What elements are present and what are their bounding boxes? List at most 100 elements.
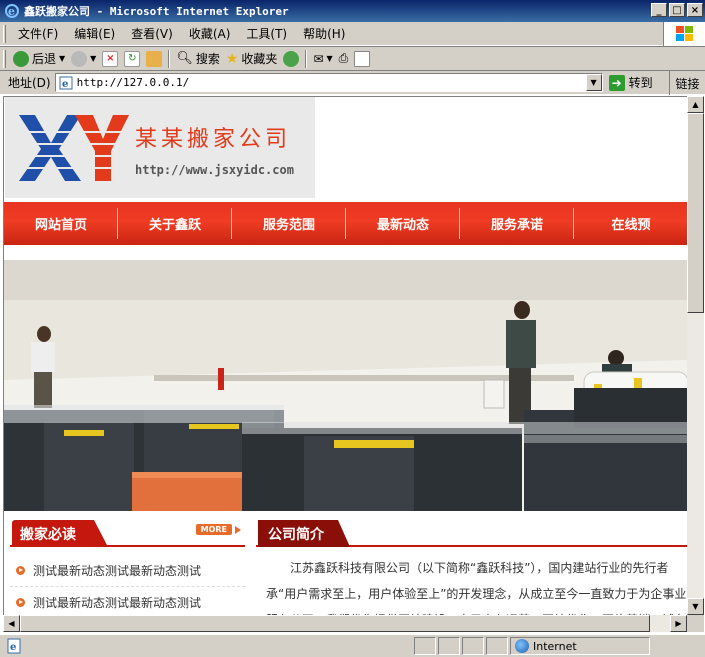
intro-line: 服务公司，我们优先提供网站建设、电子商务运营、网站优化、网络营销、域名 [266,607,687,615]
scroll-left-icon[interactable]: ◀ [3,615,20,632]
svg-text:e: e [62,79,68,90]
page-icon: e [7,638,21,654]
chevron-down-icon[interactable]: ▼ [90,54,96,63]
nav-online-booking[interactable]: 在线预 [574,202,687,245]
website: 某某搬家公司 http://www.jsxyidc.com 网站首页 关于鑫跃 … [4,97,687,615]
home-icon [146,50,163,67]
scroll-corner [687,615,704,632]
back-label: 后退 [32,52,57,66]
status-cell [486,637,508,655]
go-button[interactable]: ➜ 转到 [608,74,653,91]
menu-edit[interactable]: 编辑(E) [66,25,123,42]
search-icon: 🔍︎ [176,51,193,66]
back-arrow-icon [13,50,29,67]
more-link[interactable]: MORE [195,524,241,535]
refresh-icon: ↻ [124,50,141,67]
news-item-label: 测试最新动态测试最新动态测试 [33,564,202,578]
moving-photo [4,260,687,511]
page-icon: e [59,76,73,90]
scroll-up-icon[interactable]: ▲ [687,96,704,113]
favorites-button[interactable]: ★ 收藏夹 [223,48,281,70]
zone-label: Internet [533,639,577,653]
windows-logo-icon [663,22,705,46]
nav-home[interactable]: 网站首页 [4,202,118,245]
scroll-thumb[interactable] [687,113,704,313]
stop-icon: × [102,50,119,67]
page-viewport[interactable]: 某某搬家公司 http://www.jsxyidc.com 网站首页 关于鑫跃 … [3,96,687,615]
status-cell [414,637,436,655]
stop-button[interactable]: × [99,48,121,70]
document-icon [354,50,371,67]
menu-file[interactable]: 文件(F) [10,25,66,42]
title-bar: e 鑫跃搬家公司 - Microsoft Internet Explorer _… [0,0,705,22]
svg-text:e: e [10,642,16,653]
forward-arrow-icon [71,50,88,67]
menu-help[interactable]: 帮助(H) [295,25,353,42]
standard-toolbar: 后退 ▼ ▼ × ↻ 🔍︎ 搜索 ★ 收藏夹 ✉ ▼ ⎙ [0,46,705,70]
edit-button[interactable] [351,48,373,70]
status-cell [438,637,460,655]
links-button[interactable]: 链接 [669,71,705,95]
menu-favorites[interactable]: 收藏(A) [181,25,239,42]
nav-services[interactable]: 服务范围 [232,202,346,245]
forward-button[interactable]: ▼ [68,48,99,70]
horizontal-scrollbar[interactable]: ◀ ▶ [3,615,687,632]
company-intro-text: 江苏鑫跃科技有限公司（以下简称“鑫跃科技”），国内建站行业的先行者 承“用户需求… [256,547,687,615]
mail-icon: ✉ [313,51,324,66]
go-label: 转到 [628,76,653,90]
svg-text:e: e [8,5,15,18]
media-button[interactable] [280,48,302,70]
globe-icon [515,639,529,653]
nav-promise[interactable]: 服务承诺 [460,202,574,245]
refresh-button[interactable]: ↻ [121,48,143,70]
home-button[interactable] [143,48,165,70]
print-button[interactable]: ⎙ [336,48,352,70]
address-field[interactable]: e ▼ [54,73,603,92]
news-item-label: 测试最新动态测试最新动态测试 [33,596,202,610]
chevron-down-icon[interactable]: ▼ [59,54,65,63]
list-item[interactable]: 测试最新动态测试最新动态测试 [10,587,245,615]
toolbar-grip[interactable] [3,49,6,68]
maximize-button[interactable]: □ [669,3,685,17]
site-header: 某某搬家公司 http://www.jsxyidc.com [4,97,687,201]
nav-about[interactable]: 关于鑫跃 [118,202,232,245]
address-label: 地址(D) [8,76,51,90]
nav-news[interactable]: 最新动态 [346,202,460,245]
company-name: 某某搬家公司 [135,127,292,152]
intro-line: 承“用户需求至上，用户体验至上”的开发理念，从成立至今一直致力于为企事业 [266,587,687,601]
xy-logo-icon [19,115,129,181]
scroll-down-icon[interactable]: ▼ [687,598,704,615]
search-label: 搜索 [195,52,220,66]
status-bar: e Internet [0,634,705,657]
search-button[interactable]: 🔍︎ 搜索 [173,48,223,70]
links-label: 链接 [675,76,700,91]
security-zone[interactable]: Internet [510,637,650,655]
status-cell [462,637,484,655]
minimize-button[interactable]: _ [651,3,667,17]
vertical-scrollbar[interactable]: ▲ ▼ [687,96,704,615]
scroll-right-icon[interactable]: ▶ [670,615,687,632]
site-logo[interactable]: 某某搬家公司 http://www.jsxyidc.com [5,97,315,198]
star-icon: ★ [225,50,239,67]
list-item[interactable]: 测试最新动态测试最新动态测试 [10,555,245,587]
back-button[interactable]: 后退 ▼ [10,48,68,70]
chevron-down-icon[interactable]: ▼ [585,74,602,91]
window-title: 鑫跃搬家公司 - Microsoft Internet Explorer [24,5,289,18]
chevron-down-icon[interactable]: ▼ [327,54,333,63]
more-label: MORE [195,524,232,535]
intro-line: 江苏鑫跃科技有限公司（以下简称“鑫跃科技”），国内建站行业的先行者 [290,561,669,575]
content-lower: 搬家必读 MORE 测试最新动态测试最新动态测试 测试最新动态测试最新动态测试 [4,517,687,615]
company-intro-title: 公司简介 [258,520,350,547]
media-icon [283,50,300,67]
toolbar-grip[interactable] [3,24,6,43]
menu-view[interactable]: 查看(V) [123,25,181,42]
url-input[interactable] [76,76,577,89]
close-button[interactable]: × [687,3,703,17]
ie-icon: e [5,4,19,18]
printer-icon: ⎙ [338,51,349,65]
menu-tools[interactable]: 工具(T) [238,25,295,42]
scroll-thumb[interactable] [20,615,650,632]
moving-guide-box: 搬家必读 MORE 测试最新动态测试最新动态测试 测试最新动态测试最新动态测试 [10,517,245,615]
mail-button[interactable]: ✉ ▼ [310,48,335,70]
company-intro-box: 公司简介 江苏鑫跃科技有限公司（以下简称“鑫跃科技”），国内建站行业的先行者 承… [256,517,687,615]
